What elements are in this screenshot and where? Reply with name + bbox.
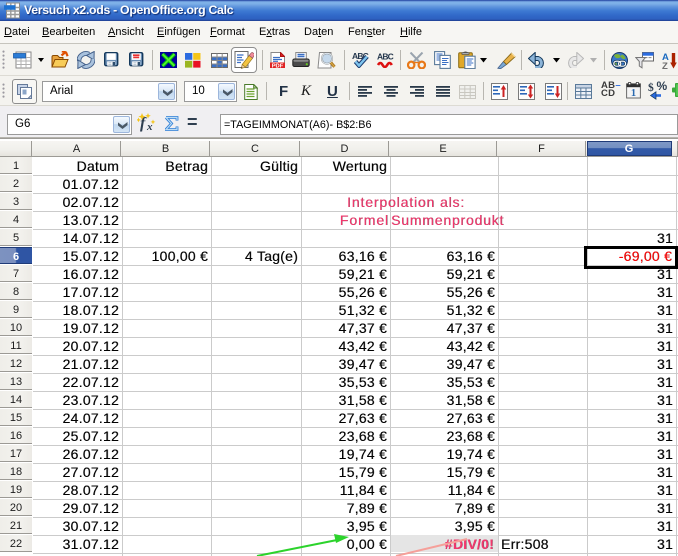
svg-text:PDF: PDF xyxy=(272,63,284,68)
svg-text:1: 1 xyxy=(631,88,636,99)
svg-text:Z: Z xyxy=(662,61,668,69)
svg-text:ABC: ABC xyxy=(377,52,394,62)
svg-text:x: x xyxy=(146,121,153,132)
svg-text:%: % xyxy=(657,80,668,93)
svg-text:$: $ xyxy=(648,81,654,94)
